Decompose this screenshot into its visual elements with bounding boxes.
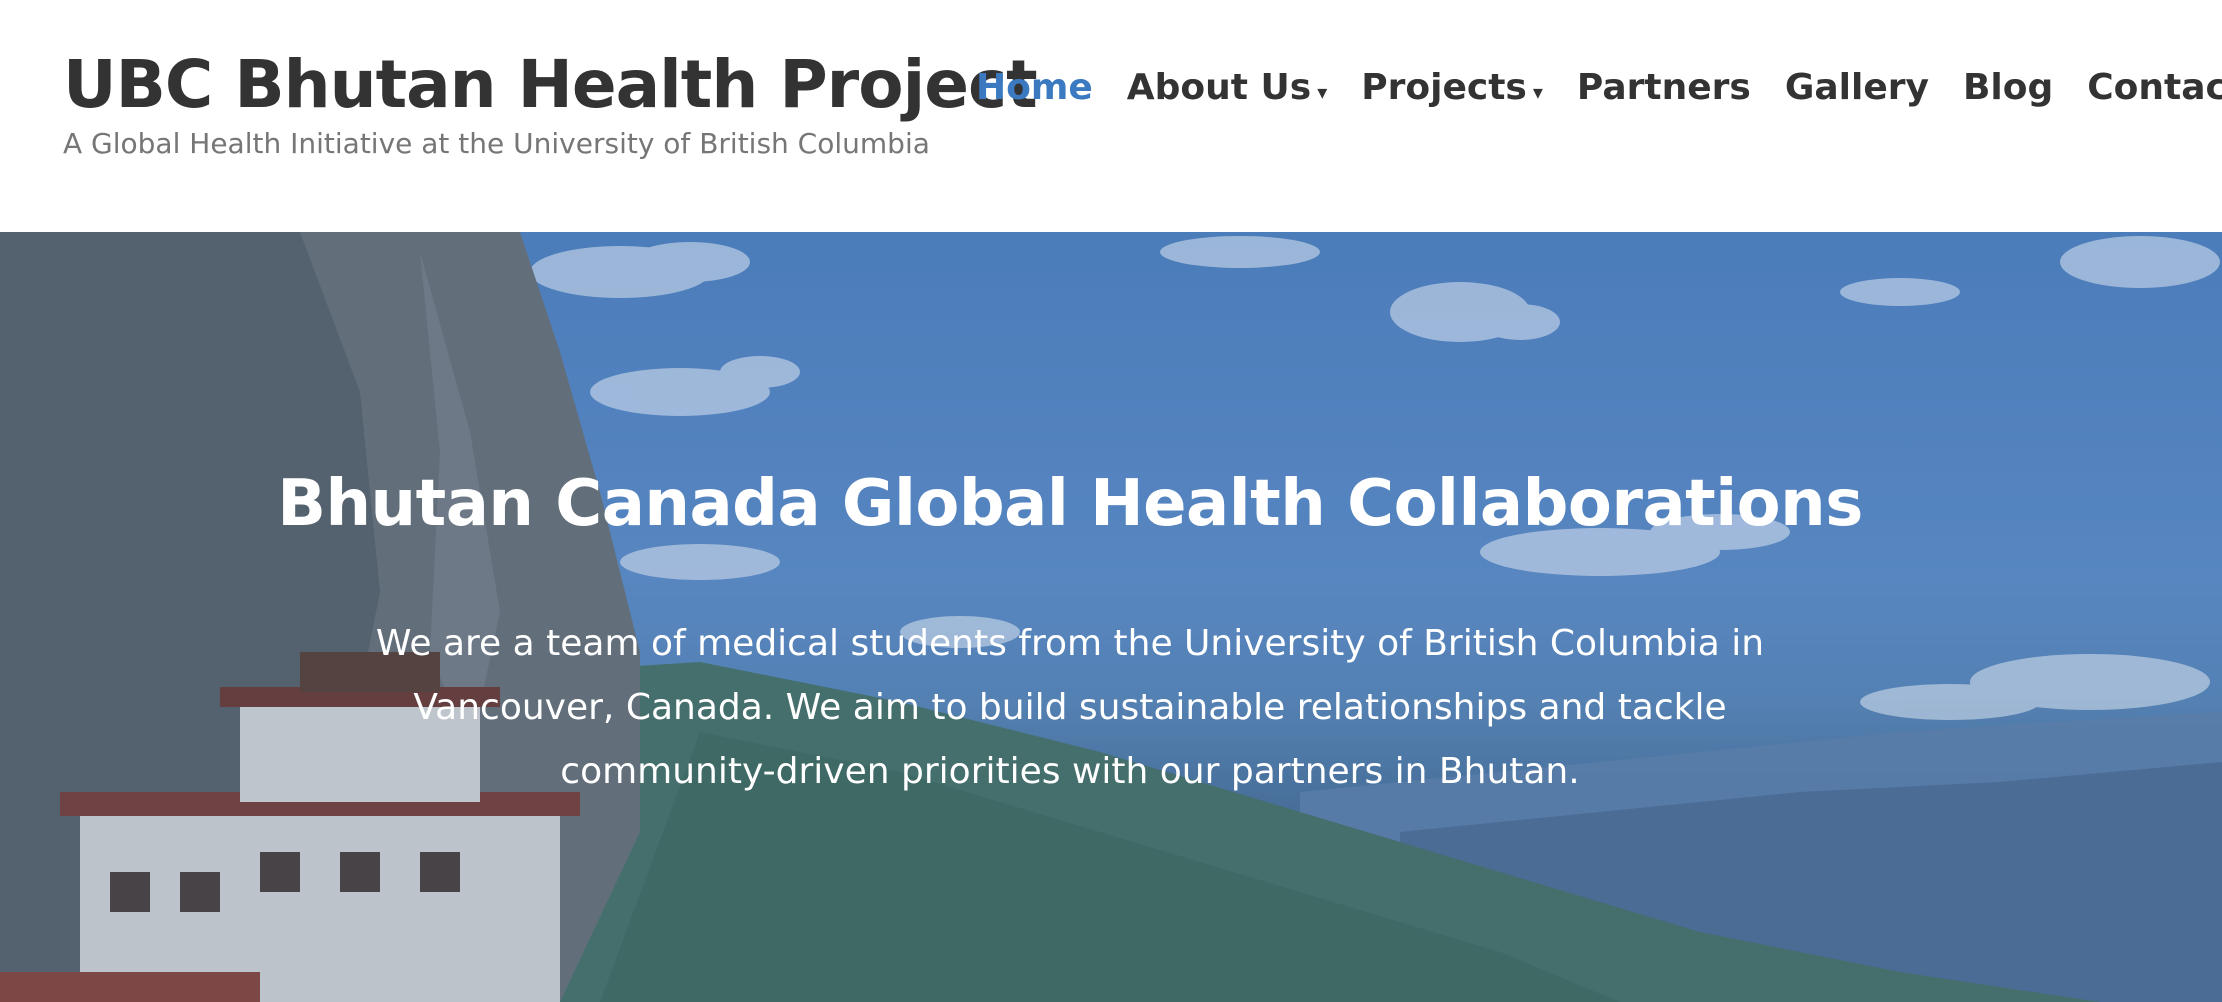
main-navigation: Home About Us ▾ Projects ▾ Partners Gall… — [976, 56, 2222, 120]
nav-item-blog[interactable]: Blog — [1963, 60, 2053, 116]
site-header: UBC Bhutan Health Project A Global Healt… — [0, 0, 2222, 232]
nav-item-home[interactable]: Home — [976, 60, 1093, 116]
site-tagline: A Global Health Initiative at the Univer… — [63, 127, 930, 160]
nav-item-label: Gallery — [1784, 67, 1929, 108]
site-title[interactable]: UBC Bhutan Health Project — [63, 44, 1038, 126]
site-branding: UBC Bhutan Health Project A Global Healt… — [63, 44, 1038, 162]
nav-item-gallery[interactable]: Gallery — [1785, 60, 1929, 116]
hero-banner: Bhutan Canada Global Health Collaboratio… — [0, 232, 2222, 1002]
nav-item-about-us[interactable]: About Us ▾ — [1127, 56, 1327, 120]
nav-item-label: Home — [976, 67, 1093, 108]
nav-item-contact[interactable]: Contact — [2087, 60, 2222, 116]
chevron-down-icon: ▾ — [1532, 80, 1543, 104]
hero-description: We are a team of medical students from t… — [375, 623, 1765, 792]
nav-item-label: Blog — [1962, 67, 2054, 108]
chevron-down-icon: ▾ — [1317, 80, 1328, 104]
hero-heading: Bhutan Canada Global Health Collaboratio… — [277, 467, 1863, 541]
nav-item-projects[interactable]: Projects ▾ — [1361, 56, 1543, 120]
nav-item-label: Partners — [1576, 67, 1751, 108]
nav-item-label: Contact — [2087, 67, 2222, 108]
nav-item-label: Projects — [1361, 67, 1527, 108]
nav-item-label: About Us — [1126, 67, 1312, 108]
nav-item-partners[interactable]: Partners — [1577, 60, 1751, 116]
